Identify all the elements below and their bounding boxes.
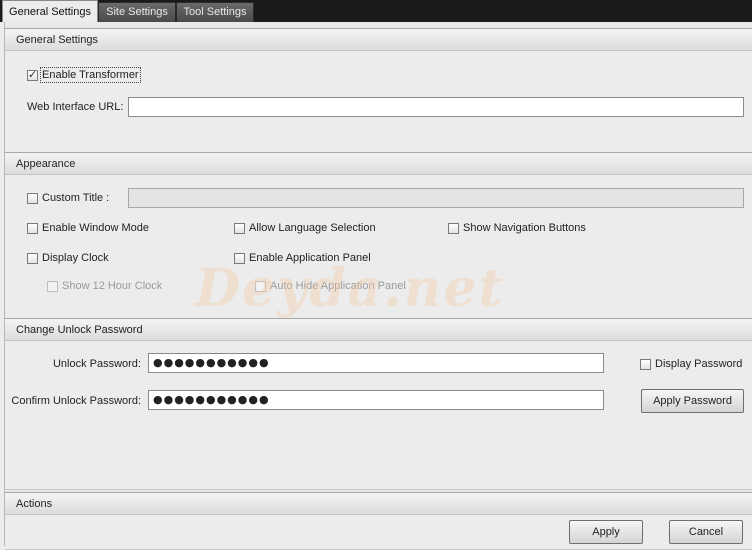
display-password-checkbox[interactable]: Display Password <box>640 358 742 370</box>
apply-password-button[interactable]: Apply Password <box>641 389 744 413</box>
unlock-password-label: Unlock Password: <box>52 358 141 370</box>
show-navigation-buttons-label: Show Navigation Buttons <box>463 222 586 234</box>
show-12-hour-clock-checkbox[interactable]: Show 12 Hour Clock <box>47 280 162 292</box>
enable-application-panel-checkbox[interactable]: Enable Application Panel <box>234 252 371 264</box>
enable-window-mode-label: Enable Window Mode <box>42 222 150 234</box>
tab-strip: General Settings Site Settings Tool Sett… <box>0 0 752 22</box>
checkbox-icon[interactable] <box>255 280 266 292</box>
auto-hide-application-panel-checkbox[interactable]: Auto Hide Application Panel <box>255 280 406 292</box>
section-header-actions: Actions <box>5 493 752 515</box>
tab-site-settings[interactable]: Site Settings <box>98 2 176 22</box>
checkbox-icon[interactable] <box>27 252 38 264</box>
tab-tool-settings[interactable]: Tool Settings <box>176 2 254 22</box>
web-interface-url-label: Web Interface URL: <box>27 101 124 113</box>
appearance-section: Appearance Custom Title : Enable Window … <box>5 152 752 320</box>
cancel-button[interactable]: Cancel <box>669 520 743 544</box>
display-clock-label: Display Clock <box>42 252 109 264</box>
show-navigation-buttons-checkbox[interactable]: Show Navigation Buttons <box>448 222 586 234</box>
allow-language-selection-checkbox[interactable]: Allow Language Selection <box>234 222 376 234</box>
checkbox-icon[interactable] <box>234 252 245 264</box>
checkbox-icon[interactable] <box>234 222 245 234</box>
checkbox-checked-icon[interactable] <box>27 68 38 81</box>
actions-section: Actions Apply Cancel <box>5 492 752 550</box>
tab-general-settings[interactable]: General Settings <box>2 0 98 22</box>
allow-language-selection-label: Allow Language Selection <box>249 222 376 234</box>
confirm-unlock-password-input[interactable]: ●●●●●●●●●●● <box>148 390 604 410</box>
section-header-appearance: Appearance <box>5 153 752 175</box>
checkbox-icon[interactable] <box>640 358 651 370</box>
custom-title-input[interactable] <box>128 188 744 208</box>
tab-content: General Settings Enable Transformer Web … <box>4 22 752 550</box>
enable-application-panel-label: Enable Application Panel <box>249 252 371 264</box>
checkbox-icon[interactable] <box>47 280 58 292</box>
custom-title-label: Custom Title : <box>42 192 110 204</box>
apply-button[interactable]: Apply <box>569 520 643 544</box>
general-settings-section: General Settings Enable Transformer Web … <box>5 28 752 154</box>
checkbox-icon[interactable] <box>27 222 38 234</box>
confirm-unlock-password-label: Confirm Unlock Password: <box>11 395 141 407</box>
enable-window-mode-checkbox[interactable]: Enable Window Mode <box>27 222 149 234</box>
auto-hide-application-panel-label: Auto Hide Application Panel <box>270 280 406 292</box>
web-interface-url-input[interactable] <box>128 97 744 117</box>
display-password-label: Display Password <box>655 358 743 370</box>
enable-transformer-checkbox[interactable]: Enable Transformer <box>27 67 141 83</box>
section-header-general: General Settings <box>5 29 752 51</box>
display-clock-checkbox[interactable]: Display Clock <box>27 252 109 264</box>
custom-title-checkbox[interactable]: Custom Title : <box>27 192 109 204</box>
change-unlock-password-section: Change Unlock Password Unlock Password: … <box>5 318 752 490</box>
show-12-hour-clock-label: Show 12 Hour Clock <box>62 280 163 292</box>
checkbox-icon[interactable] <box>448 222 459 234</box>
unlock-password-input[interactable]: ●●●●●●●●●●● <box>148 353 604 373</box>
enable-transformer-label: Enable Transformer <box>40 67 141 83</box>
checkbox-icon[interactable] <box>27 192 38 204</box>
section-header-password: Change Unlock Password <box>5 319 752 341</box>
